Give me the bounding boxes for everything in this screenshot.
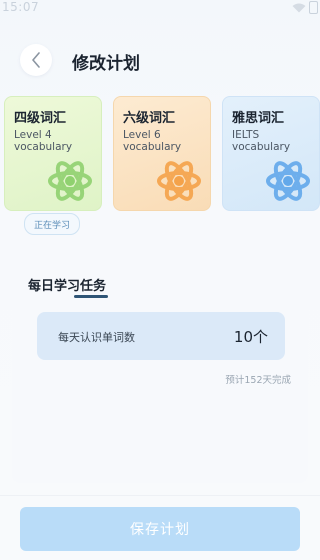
save-plan-button[interactable]: 保存计划 [20, 507, 300, 551]
plan-card-cet4[interactable]: 四级词汇 Level 4 vocabulary [4, 96, 102, 211]
plan-card-title: 雅思词汇 [232, 111, 285, 126]
plan-card-subtitle-line2: vocabulary [232, 141, 291, 153]
chevron-left-icon [32, 52, 40, 68]
completion-estimate: 预计152天完成 [225, 375, 291, 386]
task-section-title: 每日学习任务 [28, 279, 107, 294]
page-title: 修改计划 [72, 54, 140, 74]
daily-word-count-label: 每天认识单词数 [58, 331, 135, 344]
status-icons [292, 1, 318, 14]
plan-card-title: 六级词汇 [123, 111, 176, 126]
plan-card-title: 四级词汇 [14, 111, 67, 126]
current-plan-badge: 正在学习 [24, 213, 80, 235]
status-time: 15:07 [2, 0, 40, 14]
plan-card-cet6[interactable]: 六级词汇 Level 6 vocabulary [113, 96, 211, 211]
back-button[interactable] [20, 44, 52, 76]
task-title-underline [74, 295, 108, 298]
wifi-icon [292, 3, 306, 12]
plan-card-subtitle-line1: Level 4 [14, 129, 52, 141]
status-bar: 15:07 [0, 0, 320, 16]
atom-icon [157, 161, 201, 201]
atom-icon [48, 161, 92, 201]
atom-icon [266, 161, 310, 201]
battery-icon [309, 1, 318, 14]
plan-card-subtitle-line1: Level 6 [123, 129, 161, 141]
plan-card-subtitle-line2: vocabulary [14, 141, 73, 153]
plan-card-subtitle: IELTS vocabulary [232, 129, 290, 153]
plan-card-subtitle-line2: vocabulary [123, 141, 182, 153]
plan-card-subtitle-line1: IELTS [232, 129, 260, 141]
daily-word-count-value[interactable]: 10个 [234, 326, 268, 347]
edit-plan-screen: 15:07 修改计划 四级词汇 Level 4 vocabulary 六级词汇 … [0, 0, 320, 560]
divider [0, 495, 320, 496]
plan-card-subtitle: Level 6 vocabulary [123, 129, 181, 153]
plan-card-ielts[interactable]: 雅思词汇 IELTS vocabulary [222, 96, 320, 211]
plan-card-subtitle: Level 4 vocabulary [14, 129, 72, 153]
